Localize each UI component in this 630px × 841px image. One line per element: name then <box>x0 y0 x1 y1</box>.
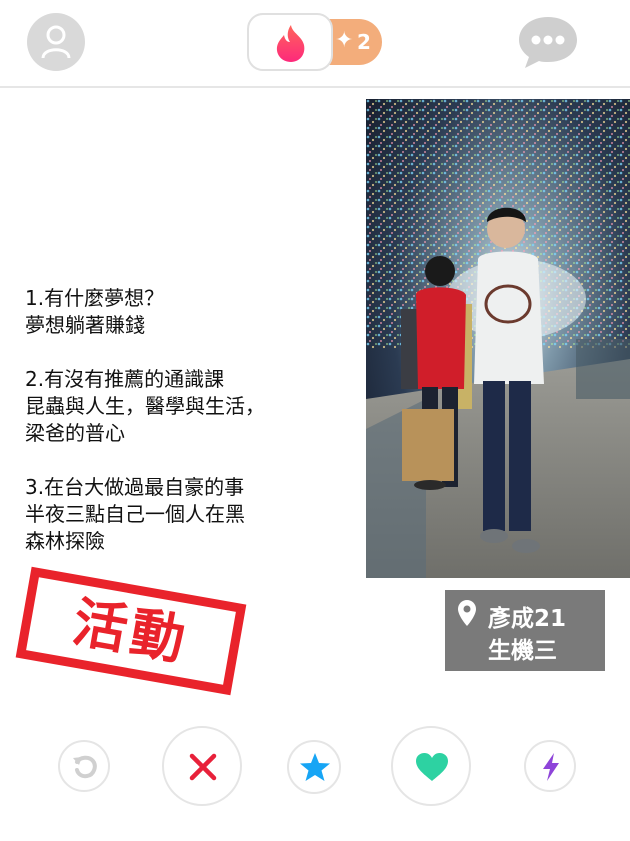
profile-photo[interactable] <box>366 99 630 578</box>
bio-answer: 梁爸的普心 <box>25 421 125 445</box>
bio-item: 2.有沒有推薦的通識課 昆蟲與人生，醫學與生活， 梁爸的普心 <box>25 366 345 447</box>
stamp-text: 活動 <box>68 590 194 673</box>
bio-question: 2.有沒有推薦的通識課 <box>25 367 225 391</box>
bio-answer: 森林探險 <box>25 529 105 553</box>
person-icon <box>41 25 71 59</box>
boost-button[interactable] <box>524 740 576 792</box>
super-like-count: 2 <box>357 30 371 54</box>
location-badge: 彥成21 生機三 <box>445 590 605 671</box>
profile-button[interactable] <box>27 13 85 71</box>
profile-bio: 1.有什麼夢想？ 夢想躺著賺錢 2.有沒有推薦的通識課 昆蟲與人生，醫學與生活，… <box>25 285 345 582</box>
close-icon <box>189 753 217 781</box>
location-pin-icon <box>458 600 476 626</box>
like-button[interactable] <box>391 726 471 806</box>
brand-button[interactable] <box>247 13 333 71</box>
photo-scene <box>366 99 630 578</box>
heart-icon <box>416 753 448 781</box>
event-stamp: 活動 <box>15 566 247 696</box>
flame-icon <box>276 25 305 62</box>
bio-question: 3.在台大做過最自豪的事 <box>25 475 245 499</box>
rewind-icon <box>73 755 97 779</box>
super-like-button[interactable] <box>287 740 341 794</box>
lightning-icon <box>543 753 559 781</box>
sparkle-icon: ✦ <box>335 28 354 53</box>
bio-question: 1.有什麼夢想？ <box>25 286 165 310</box>
chat-button[interactable] <box>517 14 579 74</box>
top-bar: ✦ 2 <box>0 0 630 88</box>
user-department: 生機三 <box>488 638 557 664</box>
bio-answer: 半夜三點自己一個人在黑 <box>25 502 245 526</box>
rewind-button[interactable] <box>58 740 110 792</box>
bio-answer: 昆蟲與人生，醫學與生活， <box>25 394 265 418</box>
chat-bubble-icon <box>519 17 577 68</box>
nope-button[interactable] <box>162 726 242 806</box>
user-name-age: 彥成21 <box>488 606 567 632</box>
star-icon <box>300 753 330 781</box>
bio-item: 3.在台大做過最自豪的事 半夜三點自己一個人在黑 森林探險 <box>25 474 345 555</box>
bio-answer: 夢想躺著賺錢 <box>25 313 145 337</box>
bio-item: 1.有什麼夢想？ 夢想躺著賺錢 <box>25 285 345 339</box>
